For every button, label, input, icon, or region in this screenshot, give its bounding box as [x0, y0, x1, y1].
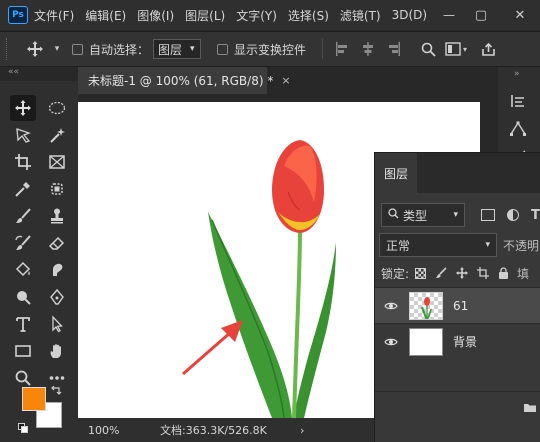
opacity-label: 不透明 — [503, 238, 540, 253]
rectangle-tool[interactable] — [10, 338, 36, 364]
show-transform-checkbox[interactable] — [217, 43, 229, 55]
quick-select-tool[interactable] — [44, 122, 70, 148]
chevron-down-icon[interactable]: ▾ — [50, 44, 64, 54]
blend-mode-value: 正常 — [386, 238, 411, 253]
eye-icon[interactable] — [375, 337, 407, 347]
lock-transparent-icon[interactable] — [415, 267, 427, 279]
layer-row[interactable]: 背景 — [375, 323, 540, 359]
auto-select-label: 自动选择： — [89, 42, 150, 57]
filter-type-icon[interactable]: T — [531, 208, 540, 223]
crop-tool[interactable] — [10, 149, 36, 175]
search-icon[interactable] — [415, 42, 441, 57]
tab-layers[interactable]: 图层 — [375, 153, 417, 193]
lock-all-icon[interactable] — [498, 264, 509, 283]
layer-thumbnail — [409, 327, 443, 356]
layer-filter-value: 类型 — [403, 208, 428, 223]
chevron-down-icon: ▾ — [485, 240, 490, 250]
auto-select-checkbox[interactable] — [72, 43, 83, 55]
dodge-tool[interactable] — [10, 284, 36, 310]
blend-row: 正常 ▾ 不透明 — [375, 233, 540, 257]
align-left-icon[interactable] — [329, 42, 355, 56]
red-arrow-annotation — [182, 320, 243, 376]
hand-tool[interactable] — [44, 338, 70, 364]
collapse-panels-icon[interactable]: » — [514, 69, 520, 79]
close-tab-icon[interactable]: × — [281, 74, 290, 87]
paint-bucket-tool[interactable] — [10, 257, 36, 283]
menu-3d[interactable]: 3D(D) — [392, 8, 427, 22]
layers-tab-bar: 图层 — [375, 153, 540, 193]
document-tab[interactable]: 未标题-1 @ 100% (61, RGB/8) * × — [78, 67, 291, 94]
history-icon[interactable] — [506, 89, 530, 113]
lock-brush-icon[interactable] — [435, 264, 447, 283]
divider — [322, 39, 324, 59]
history-brush-tool[interactable] — [10, 230, 36, 256]
brush-tool[interactable] — [10, 203, 36, 229]
close-button[interactable]: ✕ — [505, 0, 535, 30]
pen-tool[interactable] — [44, 284, 70, 310]
photoshop-logo: Ps — [8, 6, 28, 24]
zoom-level[interactable]: 100% — [88, 424, 148, 437]
lock-row: 锁定: 填 — [375, 263, 540, 283]
lock-label: 锁定: — [381, 266, 410, 281]
layer-thumbnail — [409, 291, 443, 320]
layers-footer — [375, 391, 540, 442]
filter-pixel-icon[interactable] — [481, 209, 495, 221]
menu-type[interactable]: 文字(Y) — [236, 7, 277, 24]
share-icon[interactable] — [475, 42, 501, 57]
filter-adjustment-icon[interactable] — [507, 209, 519, 221]
status-menu-arrow[interactable]: › — [300, 424, 304, 437]
marquee-tool[interactable] — [44, 95, 70, 121]
stamp-tool[interactable] — [44, 203, 70, 229]
toolbar-collapse-button[interactable]: «« — [0, 67, 78, 81]
swap-colors-icon[interactable] — [50, 385, 62, 401]
menu-file[interactable]: 文件(F) — [34, 7, 74, 24]
show-transform-label: 显示变换控件 — [234, 42, 307, 57]
layer-filter-row: 类型 ▾ T — [375, 203, 540, 227]
workspace-icon[interactable]: ▾ — [441, 42, 471, 56]
layer-name: 61 — [453, 298, 469, 313]
layer-name: 背景 — [453, 335, 478, 349]
lock-artboard-icon[interactable] — [477, 264, 490, 283]
menu-edit[interactable]: 编辑(E) — [85, 7, 126, 24]
options-grip[interactable] — [6, 38, 10, 60]
eyedropper-tool[interactable] — [10, 176, 36, 202]
minimize-button[interactable]: — — [434, 0, 464, 30]
align-right-icon[interactable] — [381, 42, 407, 56]
move-tool-preset-icon[interactable] — [20, 40, 50, 58]
auto-select-dropdown[interactable]: 图层 ▾ — [153, 39, 202, 59]
layer-row[interactable]: 61 — [375, 287, 540, 323]
frame-tool[interactable] — [44, 149, 70, 175]
chevron-down-icon: ▾ — [453, 210, 458, 220]
document-tab-title: 未标题-1 @ 100% (61, RGB/8) * — [88, 74, 274, 88]
patch-tool[interactable] — [44, 176, 70, 202]
menu-select[interactable]: 选择(S) — [288, 7, 329, 24]
status-bar: 100% 文档:363.3K/526.8K › — [78, 418, 374, 442]
search-icon — [388, 208, 399, 222]
eraser-tool[interactable] — [44, 230, 70, 256]
paths-icon[interactable] — [506, 117, 530, 141]
move-tool[interactable] — [10, 95, 36, 121]
foreground-color-swatch[interactable] — [22, 387, 46, 411]
layers-panel: 图层 类型 ▾ T 正常 ▾ 不透明 锁定: 填 61 背景 — [374, 152, 540, 442]
blend-mode-dropdown[interactable]: 正常 ▾ — [379, 233, 497, 257]
options-bar: ▾ 自动选择： 图层 ▾ 显示变换控件 ▾ — [0, 31, 540, 67]
folder-icon[interactable] — [523, 398, 537, 417]
menu-layer[interactable]: 图层(L) — [185, 7, 225, 24]
type-tool[interactable] — [10, 311, 36, 337]
align-center-icon[interactable] — [355, 42, 381, 56]
chevron-down-icon: ▾ — [190, 44, 195, 54]
maximize-button[interactable]: ▢ — [466, 0, 496, 30]
eye-icon[interactable] — [375, 301, 407, 311]
menu-image[interactable]: 图像(I) — [137, 7, 174, 24]
path-select-tool[interactable] — [44, 311, 70, 337]
menu-filter[interactable]: 滤镜(T) — [340, 7, 381, 24]
lock-position-icon[interactable] — [456, 264, 469, 283]
auto-select-value: 图层 — [158, 42, 183, 57]
fill-label: 填 — [517, 266, 530, 281]
layer-filter-dropdown[interactable]: 类型 ▾ — [381, 203, 465, 227]
lasso-tool[interactable] — [10, 122, 36, 148]
document-info: 文档:363.3K/526.8K — [160, 424, 267, 437]
default-colors-icon[interactable] — [18, 418, 28, 433]
smudge-tool[interactable] — [44, 257, 70, 283]
